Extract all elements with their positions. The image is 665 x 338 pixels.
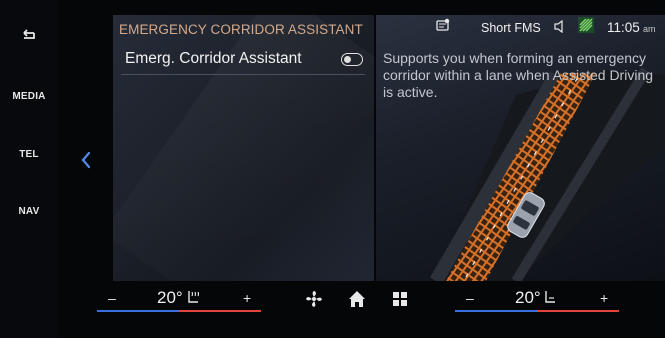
setting-row-emergency-corridor[interactable]: Emerg. Corridor Assistant [121,44,365,75]
left-temp-decrease-button[interactable]: – [108,290,116,306]
toggle-knob [344,56,351,63]
clock-suffix: am [643,24,656,34]
side-navigation: MEDIA TEL NAV [0,0,58,338]
sidebar-item-media[interactable]: MEDIA [0,91,58,102]
right-temp-scale-warm [537,310,619,312]
left-temp-increase-button[interactable]: + [243,290,251,306]
signal-icon [578,17,594,33]
left-temp-scale-cold [97,310,179,312]
left-temp-scale-warm [179,310,261,312]
sidebar-item-tel[interactable]: TEL [0,149,58,160]
apps-grid-icon[interactable] [391,290,409,308]
feature-description: Supports you when forming an emergency c… [383,50,654,100]
setting-label: Emerg. Corridor Assistant [125,50,302,67]
seat-heat-icon[interactable] [186,289,202,305]
right-temp-decrease-button[interactable]: – [466,290,474,306]
message-icon[interactable] [436,18,450,32]
right-temp-scale-cold [455,310,537,312]
volume-icon[interactable] [553,20,567,33]
emergency-corridor-toggle[interactable] [341,53,363,66]
clock: 11:05 [607,20,640,35]
back-button[interactable] [0,28,58,45]
right-temperature: 20° [515,288,541,307]
chevron-left-icon[interactable] [78,150,94,170]
left-temperature: 20° [157,288,183,307]
sidebar-item-nav[interactable]: NAV [0,206,58,217]
profile-name: Short FMS [481,21,541,35]
home-icon[interactable] [347,289,367,309]
seat-icon[interactable] [542,289,558,305]
right-temp-increase-button[interactable]: + [600,290,608,306]
back-arrow-icon [23,29,35,39]
fan-icon[interactable] [304,289,324,309]
page-title: EMERGENCY CORRIDOR ASSISTANT [119,22,363,37]
